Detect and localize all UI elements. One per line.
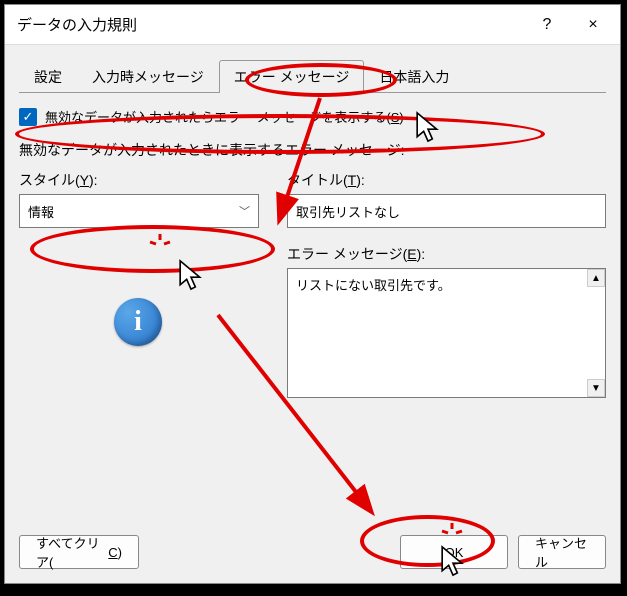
chevron-down-icon: ﹀ [239, 203, 250, 219]
info-icon: i [114, 298, 162, 346]
style-combobox[interactable]: 情報 ﹀ [19, 194, 259, 228]
dialog-title: データの入力規則 [17, 14, 524, 35]
ok-button[interactable]: OK [400, 535, 508, 569]
tab-settings[interactable]: 設定 [19, 60, 77, 93]
style-label: スタイル(Y): [19, 168, 269, 194]
cancel-button[interactable]: キャンセル [518, 535, 606, 569]
subheading: 無効なデータが入力されたときに表示するエラー メッセージ: [19, 140, 606, 160]
style-value: 情報 [28, 202, 54, 221]
checkbox-label: 無効なデータが入力されたらエラー メッセージを表示する(S) [45, 107, 404, 126]
close-button[interactable]: × [570, 9, 616, 41]
button-row: すべてクリア(C) OK キャンセル [5, 527, 620, 583]
error-message-value: リストにない取引先です。 [296, 275, 451, 391]
left-column: スタイル(Y): 情報 ﹀ i [19, 168, 269, 398]
spacer [149, 535, 390, 569]
dialog-window: データの入力規則 ? × 設定 入力時メッセージ エラー メッセージ 日本語入力… [4, 4, 621, 584]
help-button[interactable]: ? [524, 9, 570, 41]
titlebar: データの入力規則 ? × [5, 5, 620, 45]
error-message-textarea[interactable]: リストにない取引先です。 ▲ ▼ [287, 268, 606, 398]
right-column: タイトル(T): 取引先リストなし エラー メッセージ(E): リストにない取引… [287, 168, 606, 398]
scroll-up-button[interactable]: ▲ [587, 269, 605, 287]
title-value: 取引先リストなし [296, 202, 400, 221]
scroll-down-button[interactable]: ▼ [587, 379, 605, 397]
clear-all-button[interactable]: すべてクリア(C) [19, 535, 139, 569]
show-error-checkbox-row[interactable]: ✓ 無効なデータが入力されたらエラー メッセージを表示する(S) [19, 107, 606, 126]
tab-error-message[interactable]: エラー メッセージ [219, 60, 365, 93]
tab-input-message[interactable]: 入力時メッセージ [77, 60, 219, 93]
title-label: タイトル(T): [287, 168, 606, 194]
dialog-content: 設定 入力時メッセージ エラー メッセージ 日本語入力 ✓ 無効なデータが入力さ… [5, 45, 620, 527]
error-message-label: エラー メッセージ(E): [287, 242, 606, 268]
form-grid: スタイル(Y): 情報 ﹀ i タイトル(T): 取引先リストなし エラー メッ… [19, 168, 606, 398]
title-input[interactable]: 取引先リストなし [287, 194, 606, 228]
tab-ime[interactable]: 日本語入力 [364, 60, 464, 93]
tab-strip: 設定 入力時メッセージ エラー メッセージ 日本語入力 [19, 59, 606, 93]
checkbox-checked-icon: ✓ [19, 108, 37, 126]
